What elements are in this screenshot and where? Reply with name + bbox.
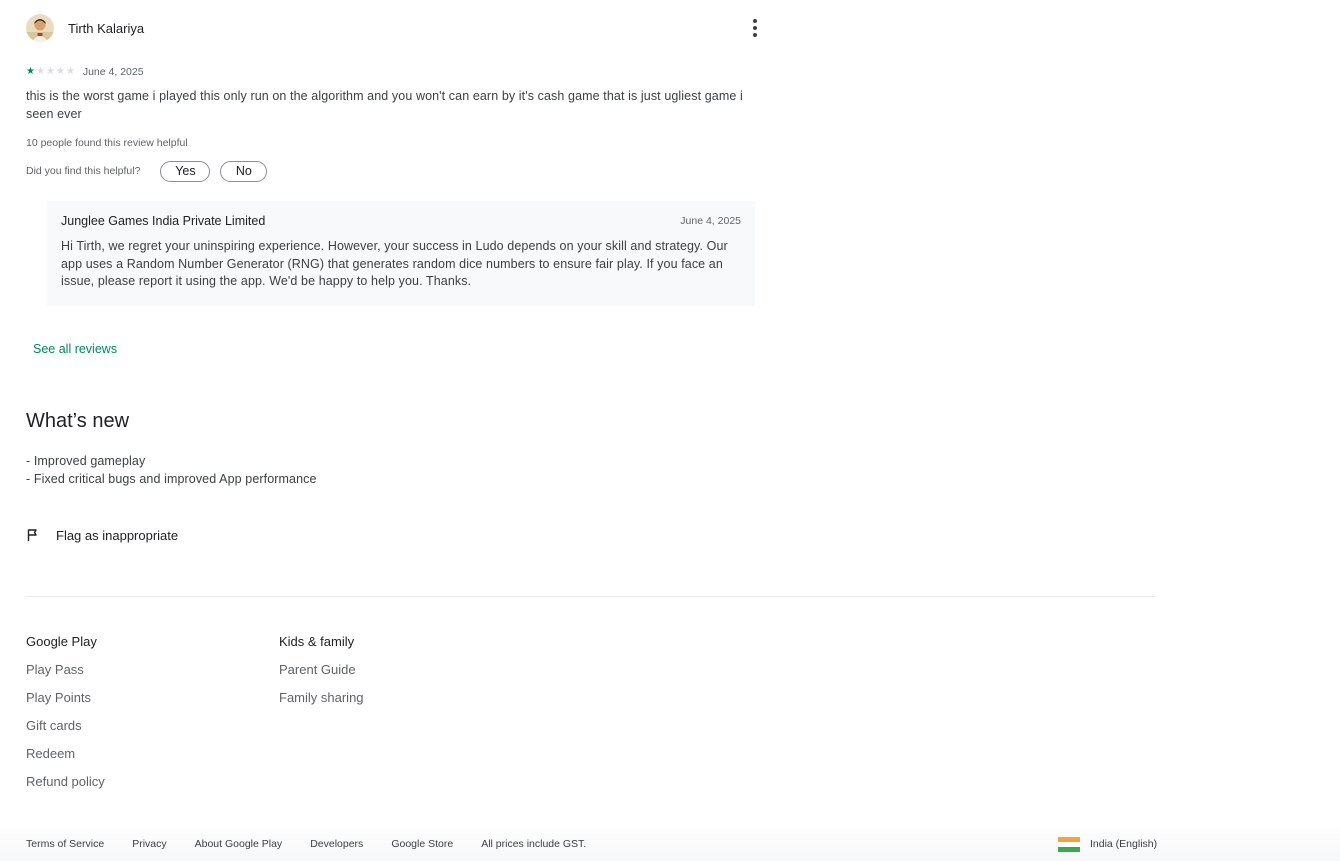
footer-column-google-play: Google Play Play Pass Play Points Gift c… — [26, 634, 105, 790]
bottom-links: Terms of Service Privacy About Google Pl… — [26, 838, 586, 850]
footer-divider — [26, 596, 1156, 597]
review-text: this is the worst game i played this onl… — [26, 89, 743, 121]
footer-link-parent-guide[interactable]: Parent Guide — [279, 662, 364, 678]
developer-reply: Junglee Games India Private Limited June… — [47, 201, 755, 306]
star-rating: ★ ★ ★ ★ ★ — [26, 67, 75, 77]
developer-name: Junglee Games India Private Limited — [61, 214, 266, 228]
star-empty-icon: ★ — [35, 66, 45, 77]
reviewer-header: Tirth Kalariya — [26, 12, 771, 44]
review-date: June 4, 2025 — [82, 66, 144, 78]
bottom-link-about[interactable]: About Google Play — [195, 838, 283, 850]
whats-new-line: - Fixed critical bugs and improved App p… — [26, 471, 317, 486]
more-options-icon[interactable] — [744, 16, 766, 40]
bottom-link-privacy[interactable]: Privacy — [132, 838, 166, 850]
developer-reply-date: June 4, 2025 — [680, 215, 741, 227]
bottom-link-developers[interactable]: Developers — [310, 838, 363, 850]
developer-reply-text: Hi Tirth, we regret your uninspiring exp… — [61, 239, 728, 288]
star-empty-icon: ★ — [55, 66, 65, 77]
footer-column-kids-family: Kids & family Parent Guide Family sharin… — [279, 634, 364, 706]
review-rating-row: ★ ★ ★ ★ ★ June 4, 2025 — [26, 65, 144, 79]
flag-label: Flag as inappropriate — [56, 527, 179, 543]
helpful-question-row: Did you find this helpful? Yes No — [26, 160, 268, 182]
footer-link-gift-cards[interactable]: Gift cards — [26, 718, 105, 734]
helpful-yes-button[interactable]: Yes — [160, 160, 211, 182]
locale-label: India (English) — [1090, 838, 1158, 850]
whats-new-line: - Improved gameplay — [26, 454, 146, 468]
india-flag-icon — [1058, 836, 1080, 852]
footer-link-family-sharing[interactable]: Family sharing — [279, 690, 364, 706]
locale-selector[interactable]: India (English) — [1058, 836, 1157, 852]
helpful-count: 10 people found this review helpful — [26, 137, 188, 149]
developer-reply-header: Junglee Games India Private Limited June… — [61, 214, 741, 228]
whats-new-title: What’s new — [26, 410, 130, 432]
flag-icon — [27, 529, 37, 541]
footer-link-play-points[interactable]: Play Points — [26, 690, 105, 706]
star-empty-icon: ★ — [65, 66, 75, 77]
footer-link-refund-policy[interactable]: Refund policy — [26, 774, 105, 790]
bottom-link-google-store[interactable]: Google Store — [391, 838, 453, 850]
footer-link-redeem[interactable]: Redeem — [26, 746, 105, 762]
footer-column-title: Google Play — [26, 634, 97, 649]
whats-new-body: - Improved gameplay - Fixed critical bug… — [26, 453, 317, 488]
star-empty-icon: ★ — [45, 66, 55, 77]
footer-column-title: Kids & family — [279, 634, 355, 649]
footer-link-play-pass[interactable]: Play Pass — [26, 662, 105, 678]
reviewer-name: Tirth Kalariya — [68, 20, 145, 36]
review-card: Tirth Kalariya ★ ★ ★ ★ ★ June 4, 2025 this i… — [26, 12, 771, 182]
helpful-question: Did you find this helpful? — [26, 165, 141, 177]
gst-note: All prices include GST. — [481, 838, 587, 850]
reviewer-avatar — [26, 14, 54, 42]
bottom-link-terms[interactable]: Terms of Service — [26, 838, 104, 850]
helpful-no-button[interactable]: No — [220, 160, 268, 182]
star-filled-icon: ★ — [26, 66, 35, 77]
flag-inappropriate-button[interactable]: Flag as inappropriate — [26, 526, 178, 544]
see-all-reviews-link[interactable]: See all reviews — [33, 342, 117, 356]
